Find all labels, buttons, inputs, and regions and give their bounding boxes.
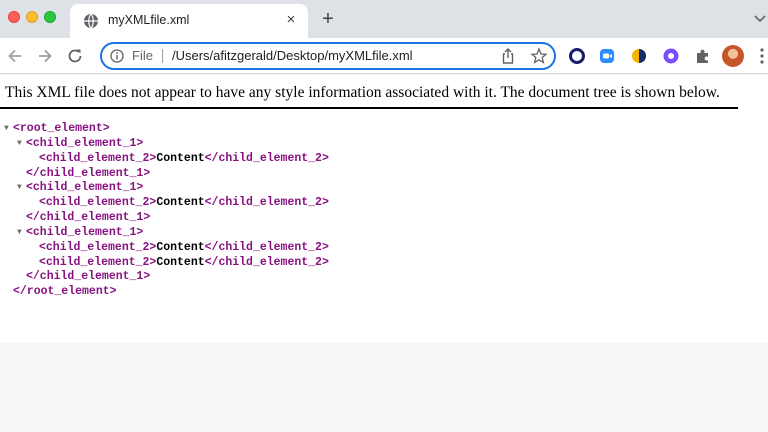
xml-tag: </root_element> bbox=[13, 285, 117, 299]
close-window-button[interactable] bbox=[8, 11, 20, 23]
tab-strip: myXMLfile.xml × + bbox=[0, 0, 768, 38]
url-text[interactable]: /Users/afitzgerald/Desktop/myXMLfile.xml bbox=[172, 48, 413, 63]
minimize-window-button[interactable] bbox=[26, 11, 38, 23]
style-info-notice: This XML file does not appear to have an… bbox=[5, 84, 720, 101]
page-blank-area bbox=[0, 343, 768, 432]
xml-close-tag: </child_element_2> bbox=[204, 240, 329, 254]
omnibox-divider bbox=[162, 49, 163, 63]
xml-close-tag: </child_element_2> bbox=[204, 196, 329, 210]
forward-arrow-icon[interactable] bbox=[34, 45, 56, 67]
xml-tree-line: <child_element_2>Content</child_element_… bbox=[4, 152, 329, 167]
puzzle-icon[interactable] bbox=[694, 47, 712, 65]
yellow-drop-icon[interactable] bbox=[630, 47, 648, 65]
xml-tree-line: <child_element_2>Content</child_element_… bbox=[4, 241, 329, 256]
tab-close-icon[interactable]: × bbox=[282, 11, 300, 29]
active-tab[interactable]: myXMLfile.xml × bbox=[70, 4, 308, 38]
purple-gear-icon[interactable] bbox=[662, 47, 680, 65]
collapse-triangle-icon[interactable]: ▼ bbox=[17, 226, 26, 241]
xml-tag: <child_element_1> bbox=[26, 181, 144, 195]
xml-text-content: Content bbox=[156, 151, 205, 165]
xml-tag: <child_element_2> bbox=[39, 151, 157, 165]
xml-text-content: Content bbox=[156, 255, 205, 269]
xml-tree-line: ▼ <root_element> bbox=[4, 122, 329, 137]
xml-tag: <child_element_2> bbox=[39, 255, 157, 269]
xml-tree-line: </child_element_1> bbox=[4, 270, 329, 285]
new-tab-button[interactable]: + bbox=[318, 8, 338, 30]
xml-tree-line: </child_element_1> bbox=[4, 167, 329, 182]
star-icon[interactable] bbox=[530, 47, 548, 65]
collapse-triangle-icon[interactable]: ▼ bbox=[17, 137, 26, 152]
xml-tree: ▼ <root_element> ▼ <child_element_1> <child_… bbox=[4, 122, 329, 300]
xml-tree-line: </child_element_1> bbox=[4, 211, 329, 226]
scheme-label: File bbox=[132, 48, 153, 63]
xml-tag: </child_element_1> bbox=[26, 270, 151, 284]
xml-close-tag: </child_element_2> bbox=[204, 151, 329, 165]
profile-avatar[interactable] bbox=[722, 45, 744, 67]
xml-tree-line: ▼ <child_element_1> bbox=[4, 181, 329, 196]
xml-close-tag: </child_element_2> bbox=[204, 255, 329, 269]
xml-tag: </child_element_1> bbox=[26, 211, 151, 225]
xml-tag: <child_element_2> bbox=[39, 196, 157, 210]
xml-tree-line: <child_element_2>Content</child_element_… bbox=[4, 196, 329, 211]
xml-tag: <child_element_2> bbox=[39, 240, 157, 254]
xml-text-content: Content bbox=[156, 196, 205, 210]
xml-tree-line: </root_element> bbox=[4, 285, 329, 300]
tab-title: myXMLfile.xml bbox=[108, 13, 190, 27]
xml-text-content: Content bbox=[156, 240, 205, 254]
kebab-menu-icon[interactable] bbox=[756, 46, 768, 66]
xml-tree-line: <child_element_2>Content</child_element_… bbox=[4, 256, 329, 271]
xml-tree-line: ▼ <child_element_1> bbox=[4, 226, 329, 241]
share-icon[interactable] bbox=[500, 47, 516, 65]
blue-square-icon[interactable] bbox=[598, 47, 616, 65]
xml-tree-line: ▼ <child_element_1> bbox=[4, 137, 329, 152]
xml-tag: <root_element> bbox=[13, 122, 110, 135]
info-icon[interactable] bbox=[110, 49, 124, 63]
collapse-triangle-icon[interactable]: ▼ bbox=[17, 181, 26, 196]
browser-toolbar: File /Users/afitzgerald/Desktop/myXMLfil… bbox=[0, 38, 768, 74]
xml-tag: </child_element_1> bbox=[26, 166, 151, 180]
reload-icon[interactable] bbox=[64, 45, 86, 67]
xml-viewer: This XML file does not appear to have an… bbox=[0, 75, 768, 343]
chevron-down-icon[interactable] bbox=[752, 10, 768, 26]
zoom-window-button[interactable] bbox=[44, 11, 56, 23]
back-arrow-icon[interactable] bbox=[4, 45, 26, 67]
address-bar[interactable]: File /Users/afitzgerald/Desktop/myXMLfil… bbox=[100, 42, 556, 70]
collapse-triangle-icon[interactable]: ▼ bbox=[4, 122, 13, 137]
opera-ring-icon[interactable] bbox=[568, 47, 586, 65]
xml-tag: <child_element_1> bbox=[26, 136, 144, 150]
notice-divider bbox=[0, 107, 738, 109]
globe-icon bbox=[84, 13, 98, 29]
xml-tag: <child_element_1> bbox=[26, 225, 144, 239]
